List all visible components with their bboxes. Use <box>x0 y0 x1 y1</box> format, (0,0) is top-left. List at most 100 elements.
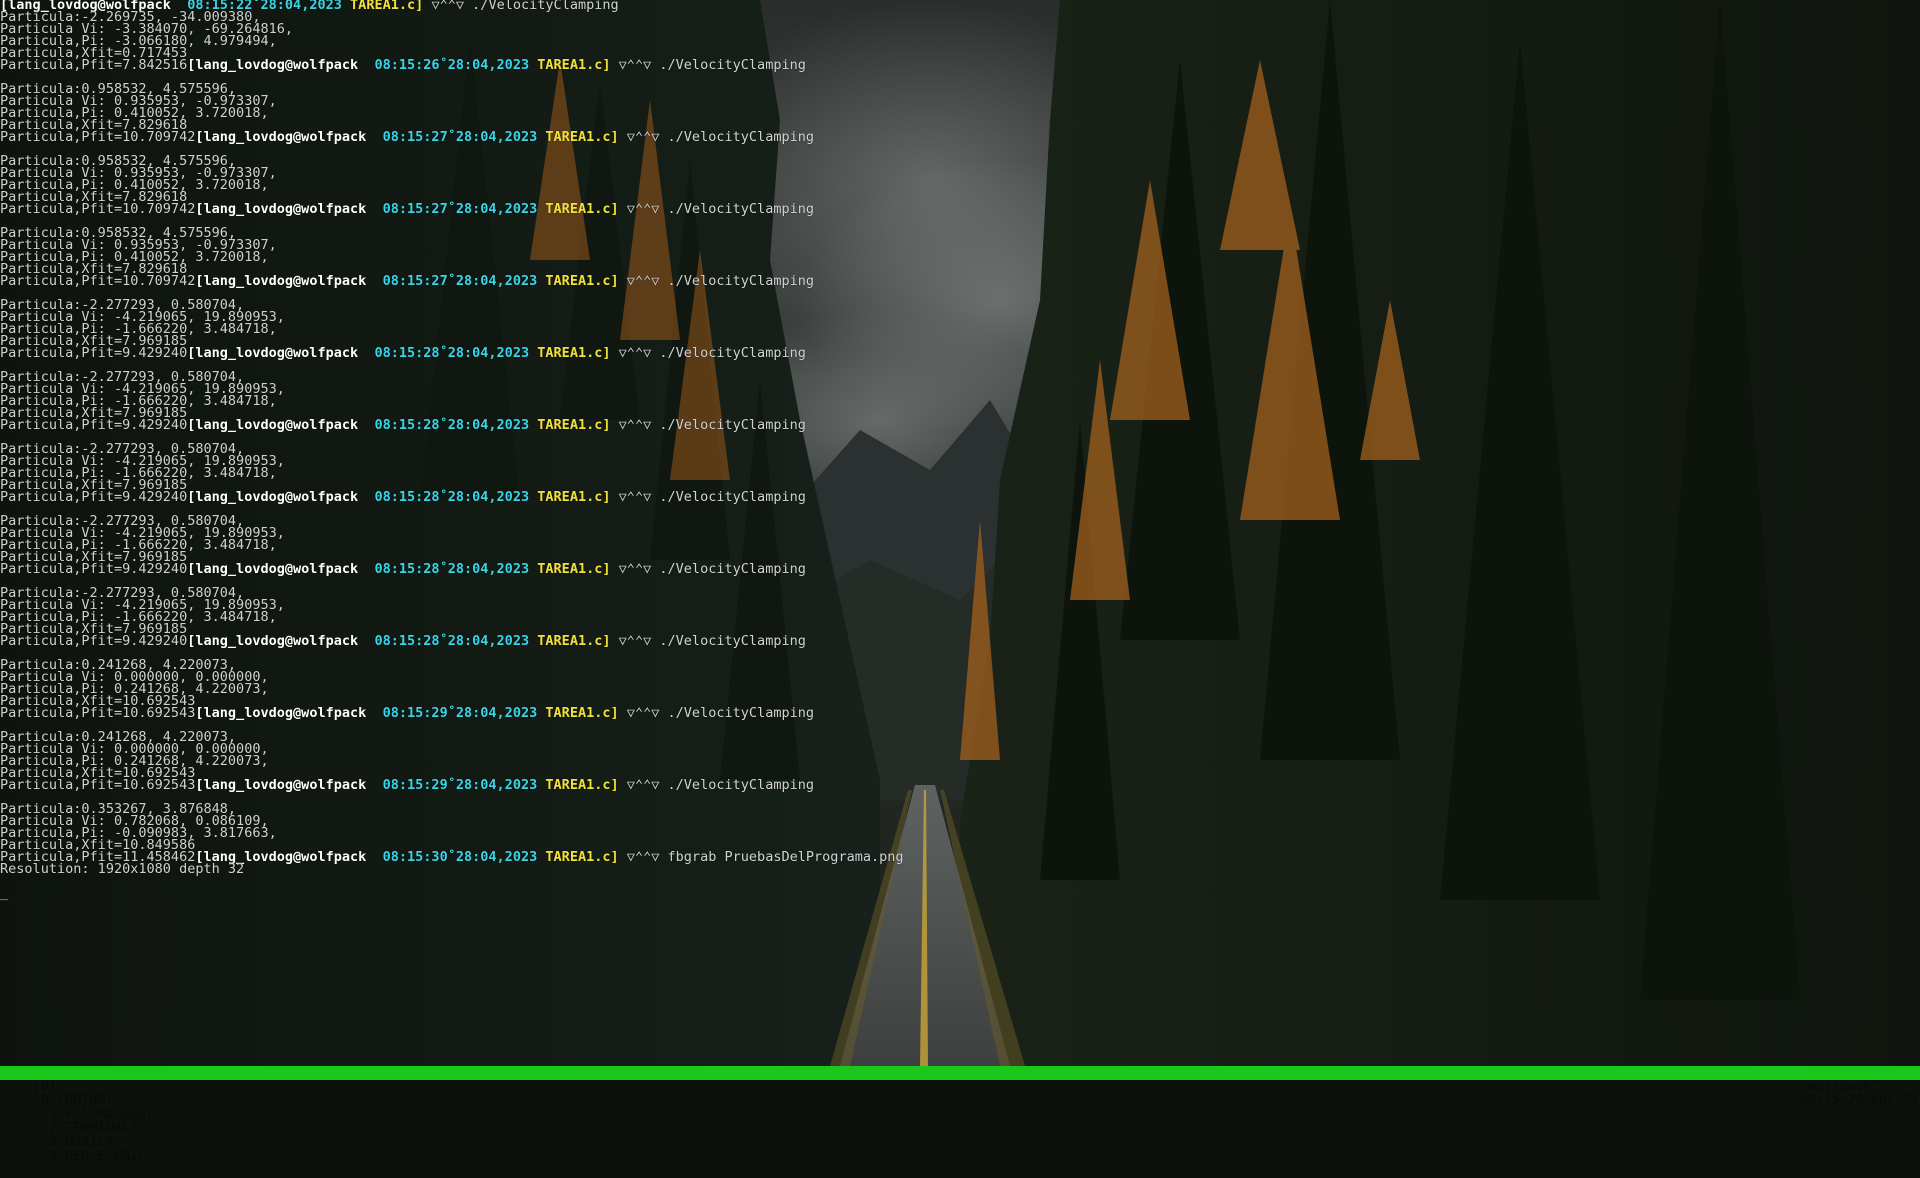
output-line: Particula:0.958532, 4.575596, <box>0 226 237 241</box>
output-line: Particula Vi: 0.935953, -0.973307, <box>0 238 277 253</box>
output-line: Particula Vi: -3.384070, -69.264816, <box>0 22 294 37</box>
prompt-timestamp: 08:15:29˚28:04,2023 <box>382 706 538 721</box>
prompt-filename: TAREA1.c] <box>537 418 611 433</box>
prompt-line: Particula,Pfit=9.429240[lang_lovdog@wolf… <box>0 562 1920 577</box>
prompt-line: Particula,Pfit=10.709742[lang_lovdog@wol… <box>0 274 1920 289</box>
prompt-filename: TAREA1.c] <box>537 346 611 361</box>
prompt-command: ./VelocityClamping <box>659 418 806 433</box>
prompt-timestamp: 08:15:28˚28:04,2023 <box>374 634 530 649</box>
output-line: Particula,Pi: -3.066180, 4.979494, <box>0 34 277 49</box>
prompt-user: [lang_lovdog@wolfpack <box>195 706 367 721</box>
prompt-timestamp: 08:15:27˚28:04,2023 <box>382 130 538 145</box>
output-line: Particula Vi: -4.219065, 19.890953, <box>0 382 285 397</box>
output-line: Particula:-2.277293, 0.580704, <box>0 370 245 385</box>
window-tab-musica[interactable]: 3:MúSICA <box>49 1135 114 1150</box>
prompt-user: [lang_lovdog@wolfpack <box>195 778 367 793</box>
prompt-command: ./VelocityClamping <box>667 778 815 793</box>
output-line: Particula:-2.277293, 0.580704, <box>0 586 245 601</box>
window-tab-email[interactable]: 4:DER E-MAIL <box>49 1149 147 1164</box>
prompt-line: Particula,Pfit=9.429240[lang_lovdog@wolf… <box>0 346 1920 361</box>
status-bar-left: [0] 0:CODING!- 1:FileManager 2:TERMINAL*… <box>0 1066 155 1178</box>
prompt-filename: TAREA1.c] <box>545 778 619 793</box>
prompt-symbol: ▽⌃⌃▽ <box>618 58 652 73</box>
prompt-filename: TAREA1.c] <box>537 58 611 73</box>
prompt-symbol: ▽⌃⌃▽ <box>626 202 660 217</box>
prompt-filename: TAREA1.c] <box>545 850 619 865</box>
output-line: Particula:0.241268, 4.220073, <box>0 658 237 673</box>
prompt-filename: TAREA1.c] <box>545 274 619 289</box>
output-line: Particula,Pi: -1.666220, 3.484718, <box>0 322 277 337</box>
prompt-timestamp: 08:15:26˚28:04,2023 <box>374 58 530 73</box>
prompt-command: ./VelocityClamping <box>667 706 815 721</box>
prompt-timestamp: 08:15:30˚28:04,2023 <box>382 850 538 865</box>
prompt-timestamp: 08:15:28˚28:04,2023 <box>374 490 530 505</box>
prompt-timestamp: 08:15:28˚28:04,2023 <box>374 562 530 577</box>
output-line: Particula,Pi: 0.410052, 3.720018, <box>0 250 269 265</box>
prompt-filename: TAREA1.c] <box>537 562 611 577</box>
output-line: Particula,Pi: -1.666220, 3.484718, <box>0 394 277 409</box>
output-line: Particula Vi: 0.935953, -0.973307, <box>0 94 277 109</box>
window-tab-coding[interactable]: 0:CODING!- <box>41 1093 122 1108</box>
window-tab-terminal[interactable]: 2:TERMINAL* <box>49 1121 139 1136</box>
output-prefix: Particula,Pfit=9.429240 <box>0 490 188 505</box>
output-line: Particula,Pi: 0.241268, 4.220073, <box>0 754 269 769</box>
prompt-user: [lang_lovdog@wolfpack <box>187 418 359 433</box>
host-name: "wolfpack" <box>1800 1079 1879 1094</box>
prompt-user: [lang_lovdog@wolfpack <box>195 274 367 289</box>
prompt-command: ./VelocityClamping <box>659 346 806 361</box>
prompt-user: [lang_lovdog@wolfpack <box>187 562 359 577</box>
session-index: [0] <box>32 1079 57 1094</box>
prompt-symbol: ▽⌃⌃▽ <box>618 634 652 649</box>
output-prefix: Particula,Pfit=9.429240 <box>0 562 188 577</box>
tmux-status-bar: [0] 0:CODING!- 1:FileManager 2:TERMINAL*… <box>0 1066 1920 1164</box>
output-line: Particula Vi: -4.219065, 19.890953, <box>0 526 285 541</box>
output-line: Particula Vi: 0.935953, -0.973307, <box>0 166 277 181</box>
output-prefix: Particula,Pfit=10.692543 <box>0 778 196 793</box>
output-prefix: Particula,Pfit=10.692543 <box>0 706 196 721</box>
prompt-filename: TAREA1.c] <box>545 130 619 145</box>
prompt-user: [lang_lovdog@wolfpack <box>187 490 359 505</box>
prompt-timestamp: 08:15:27˚28:04,2023 <box>382 274 538 289</box>
prompt-user: [lang_lovdog@wolfpack <box>187 634 359 649</box>
prompt-symbol: ▽⌃⌃▽ <box>618 346 652 361</box>
prompt-user: [lang_lovdog@wolfpack <box>187 346 359 361</box>
output-line: Particula,Pi: 0.410052, 3.720018, <box>0 178 269 193</box>
prompt-symbol: ▽⌃⌃▽ <box>626 130 660 145</box>
output-line: Particula:0.958532, 4.575596, <box>0 154 237 169</box>
prompt-command: fbgrab PruebasDelPrograma.png <box>667 850 904 865</box>
window-tab-filemanager[interactable]: 1:FileManager <box>49 1107 155 1122</box>
output-line: Particula Vi: -4.219065, 19.890953, <box>0 454 285 469</box>
output-line: Resolution: 1920x1080 depth 32 <box>0 862 245 877</box>
prompt-filename: TAREA1.c] <box>545 202 619 217</box>
prompt-command: ./VelocityClamping <box>667 202 815 217</box>
output-line: Particula,Pi: -1.666220, 3.484718, <box>0 610 277 625</box>
status-bar-right: "wolfpack" 08:15 28-Apr-23 <box>1769 1066 1918 1122</box>
prompt-line: Particula,Pfit=10.692543[lang_lovdog@wol… <box>0 778 1920 793</box>
output-line: Particula:0.353267, 3.876848, <box>0 802 237 817</box>
terminal-cursor: _ <box>0 886 9 901</box>
prompt-user: [lang_lovdog@wolfpack <box>195 130 367 145</box>
prompt-command: ./VelocityClamping <box>667 130 815 145</box>
prompt-symbol: ▽⌃⌃▽ <box>618 418 652 433</box>
prompt-symbol: ▽⌃⌃▽ <box>626 274 660 289</box>
output-prefix: Particula,Pfit=10.709742 <box>0 130 196 145</box>
output-line: Particula,Pi: 0.410052, 3.720018, <box>0 106 269 121</box>
prompt-filename: TAREA1.c] <box>537 490 611 505</box>
prompt-symbol: ▽⌃⌃▽ <box>618 490 652 505</box>
output-line: Particula,Pi: -0.090983, 3.817663, <box>0 826 277 841</box>
prompt-command: ./VelocityClamping <box>659 58 806 73</box>
clock: 08:15 28-Apr-23 <box>1800 1093 1918 1108</box>
output-line: Particula:-2.277293, 0.580704, <box>0 442 245 457</box>
terminal-output[interactable]: [lang_lovdog@wolfpack 08:15:22˚28:04,202… <box>0 0 1920 1066</box>
prompt-user: [lang_lovdog@wolfpack <box>195 202 367 217</box>
output-prefix: Particula,Pfit=9.429240 <box>0 418 188 433</box>
